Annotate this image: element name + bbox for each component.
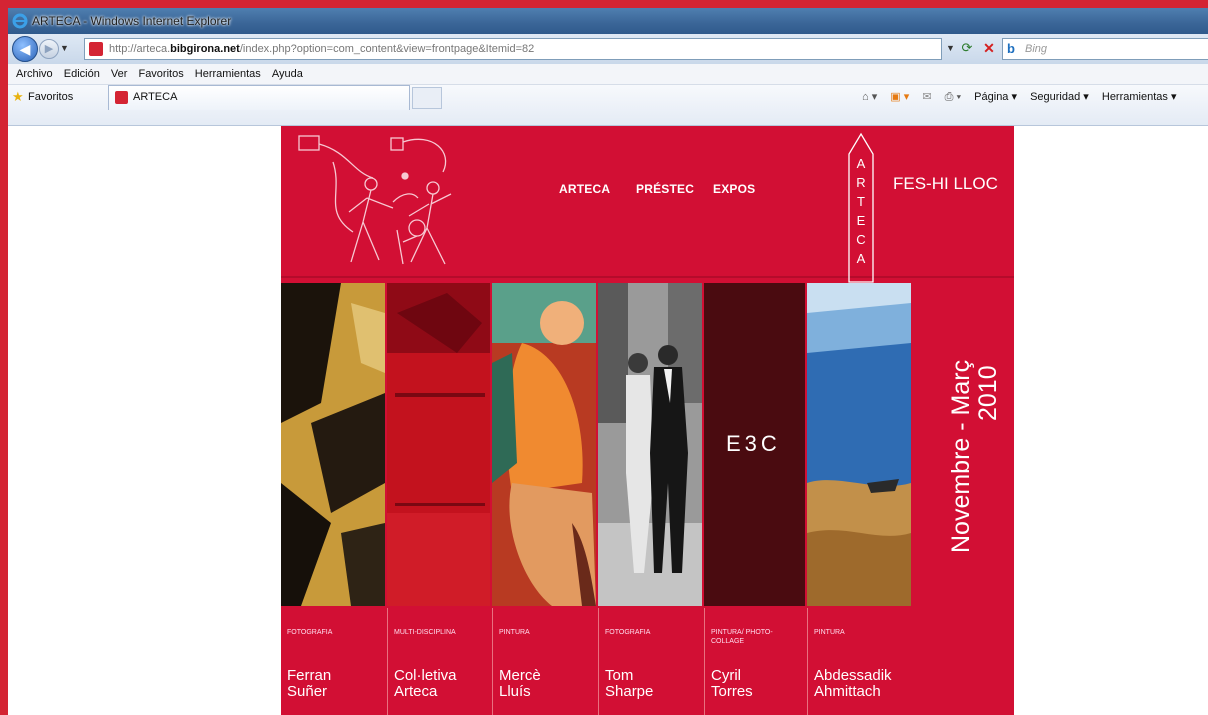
exhibition-image-cyril-torres[interactable]: E3C	[704, 283, 805, 606]
stop-icon[interactable]: ✕	[980, 40, 998, 58]
exhibitions-gallery: E3C Novembre - Març 2010	[281, 283, 1014, 608]
search-input[interactable]: b Bing	[1002, 38, 1208, 60]
tab-favicon-icon	[115, 91, 128, 104]
nav-prestec[interactable]: PRÉSTEC	[636, 182, 694, 196]
favorites-bar: ★ Favoritos ARTECA ⌂ ▾ ▣ ▾ ✉ ⎙ ▾ Página …	[8, 85, 1208, 126]
refresh-icon[interactable]: ⟳	[958, 40, 976, 58]
exhibition-artist: Col·letiva Arteca	[394, 667, 457, 700]
exhibition-caption[interactable]: PINTURA Abdessadik Ahmittach	[807, 608, 912, 715]
window-title: ARTECA - Windows Internet Explorer	[32, 14, 232, 28]
exhibition-category: FOTOGRAFIA	[287, 629, 333, 636]
vertical-logo-letter: E	[856, 213, 866, 228]
exhibition-category: PINTURA	[814, 629, 845, 636]
ie-logo-icon	[12, 13, 28, 29]
url-text: http://arteca.bibgirona.net/index.php?op…	[109, 43, 535, 55]
exhibition-caption[interactable]: FOTOGRAFIA Tom Sharpe	[598, 608, 703, 715]
tab-label: ARTECA	[133, 91, 178, 103]
tagline-fes-hi-lloc[interactable]: FES-HI LLOC	[893, 174, 998, 194]
new-tab-button[interactable]	[412, 87, 442, 109]
exhibition-artist: Mercè Lluís	[499, 667, 541, 700]
exhibitions-captions: FOTOGRAFIA Ferran Suñer MULTI-DISCIPLINA …	[281, 608, 1014, 715]
address-dropdown-icon[interactable]: ▼	[946, 43, 955, 53]
menu-ver[interactable]: Ver	[111, 64, 128, 84]
exhibition-caption[interactable]: PINTURA Mercè Lluís	[492, 608, 597, 715]
exhibition-category: FOTOGRAFIA	[605, 629, 651, 636]
exhibition-artist: Ferran Suñer	[287, 667, 332, 700]
exhibition-caption[interactable]: FOTOGRAFIA Ferran Suñer	[281, 608, 385, 715]
vertical-logo-letter: T	[857, 194, 865, 209]
date-line-2: 2010	[974, 365, 1002, 421]
exhibition-category: MULTI-DISCIPLINA	[394, 629, 456, 636]
address-row: ◀ ▶ ▼ http://arteca.bibgirona.net/index.…	[8, 34, 1208, 64]
forward-button[interactable]: ▶	[39, 39, 59, 59]
exhibition-category: PINTURA	[499, 629, 530, 636]
search-placeholder: Bing	[1025, 43, 1048, 55]
print-icon[interactable]: ⎙ ▾	[945, 91, 961, 103]
vertical-logo-letter: R	[856, 175, 866, 190]
exhibition-category: PINTURA/ PHOTO-COLLAGE	[711, 629, 773, 645]
tools-menu[interactable]: Herramientas ▾	[1102, 91, 1177, 103]
arteca-vertical-logo[interactable]: A R T E C A	[847, 132, 875, 284]
vertical-logo-letter: A	[856, 156, 866, 171]
menu-favoritos[interactable]: Favoritos	[138, 64, 183, 84]
e3c-badge: E3C	[726, 431, 781, 456]
favorites-button[interactable]: Favoritos	[28, 91, 73, 103]
exhibition-image-ferran-suner[interactable]	[281, 283, 385, 606]
feeds-icon[interactable]: ▣ ▾	[890, 91, 909, 103]
favorites-star-icon[interactable]: ★	[12, 89, 24, 105]
menu-edicion[interactable]: Edición	[64, 64, 100, 84]
vertical-logo-letter: A	[856, 251, 866, 266]
tab-arteca[interactable]: ARTECA	[108, 85, 410, 110]
menu-bar: Archivo Edición Ver Favoritos Herramient…	[8, 64, 1208, 85]
dancers-illustration[interactable]	[293, 132, 493, 282]
exhibition-image-merce-lluis[interactable]	[492, 283, 596, 606]
browser-window: ARTECA - Windows Internet Explorer ◀ ▶ ▼…	[8, 8, 1208, 715]
home-icon[interactable]: ⌂ ▾	[862, 91, 877, 103]
menu-archivo[interactable]: Archivo	[16, 64, 53, 84]
arteca-site: ARTECA PRÉSTEC EXPOS A R T E C A FES-HI …	[281, 126, 1014, 715]
command-bar: ⌂ ▾ ▣ ▾ ✉ ⎙ ▾ Página ▾ Seguridad ▾ Herra…	[862, 90, 1186, 104]
vertical-logo-letter: C	[856, 232, 866, 247]
security-menu[interactable]: Seguridad ▾	[1030, 91, 1089, 103]
exhibition-image-colletiva-arteca[interactable]	[387, 283, 490, 606]
mail-icon[interactable]: ✉	[922, 91, 931, 103]
page-menu[interactable]: Página ▾	[974, 91, 1017, 103]
address-bar[interactable]: http://arteca.bibgirona.net/index.php?op…	[84, 38, 942, 60]
exhibition-caption[interactable]: PINTURA/ PHOTO-COLLAGE Cyril Torres	[704, 608, 806, 715]
bing-icon: b	[1007, 41, 1015, 56]
exhibition-artist: Cyril Torres	[711, 667, 753, 700]
exhibition-artist: Tom Sharpe	[605, 667, 654, 700]
exhibition-image-abdessadik-ahmittach[interactable]	[807, 283, 911, 606]
exhibition-artist: Abdessadik Ahmittach	[814, 667, 892, 700]
back-button[interactable]: ◀	[12, 36, 38, 62]
menu-herramientas[interactable]: Herramientas	[195, 64, 261, 84]
nav-arteca[interactable]: ARTECA	[559, 182, 610, 196]
menu-ayuda[interactable]: Ayuda	[272, 64, 303, 84]
nav-expos[interactable]: EXPOS	[713, 182, 755, 196]
title-bar: ARTECA - Windows Internet Explorer	[8, 8, 1208, 34]
date-line-1: Novembre - Març	[947, 360, 975, 553]
site-favicon-icon	[89, 42, 103, 56]
exhibition-caption[interactable]: MULTI-DISCIPLINA Col·letiva Arteca	[387, 608, 491, 715]
history-dropdown-icon[interactable]: ▼	[60, 43, 69, 53]
date-banner: Novembre - Març 2010	[909, 283, 1009, 606]
site-header: ARTECA PRÉSTEC EXPOS A R T E C A FES-HI …	[281, 126, 1014, 283]
exhibition-image-tom-sharpe[interactable]	[598, 283, 702, 606]
page-viewport: ARTECA PRÉSTEC EXPOS A R T E C A FES-HI …	[8, 126, 1208, 715]
